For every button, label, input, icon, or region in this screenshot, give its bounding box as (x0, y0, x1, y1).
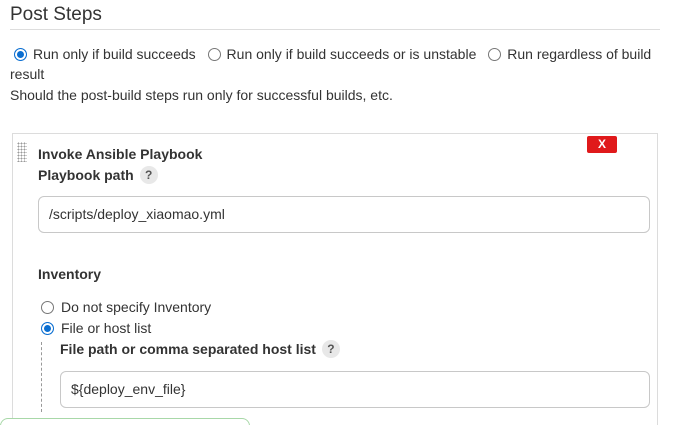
inventory-label: Inventory (38, 266, 102, 282)
playbook-path-label-text: Playbook path (38, 167, 134, 183)
section-divider (10, 29, 660, 30)
host-list-help-icon[interactable]: ? (321, 340, 340, 358)
nested-indent-line (41, 342, 42, 412)
radio-unstable[interactable] (207, 48, 221, 61)
radio-regardless[interactable] (488, 48, 502, 61)
ansible-step-panel: X Invoke Ansible Playbook Playbook path?… (12, 133, 658, 425)
radio-no-inventory-label[interactable]: Do not specify Inventory (61, 299, 211, 315)
drag-handle-icon[interactable] (17, 142, 27, 162)
host-list-input[interactable]: ${deploy_env_file} (60, 371, 650, 408)
radio-unstable-label[interactable]: Run only if build succeeds or is unstabl… (227, 46, 477, 62)
radio-option-succeeds[interactable]: Run only if build succeeds (10, 46, 196, 62)
host-list-label: File path or comma separated host list? (60, 340, 340, 358)
post-steps-radio-group: Run only if build succeeds Run only if b… (10, 44, 670, 84)
radio-file-host-list[interactable] (41, 322, 54, 335)
radio-file-host-list-label[interactable]: File or host list (61, 320, 151, 336)
radio-no-inventory[interactable] (41, 301, 54, 314)
radio-option-unstable[interactable]: Run only if build succeeds or is unstabl… (200, 46, 477, 62)
playbook-path-input[interactable]: /scripts/deploy_xiaomao.yml (38, 196, 650, 233)
delete-step-button[interactable]: X (587, 136, 617, 153)
inventory-option-file[interactable]: File or host list (41, 319, 151, 337)
playbook-help-icon[interactable]: ? (139, 166, 158, 184)
radio-succeeds-label[interactable]: Run only if build succeeds (33, 46, 196, 62)
playbook-path-label: Playbook path? (38, 166, 158, 184)
post-steps-help-text: Should the post-build steps run only for… (10, 87, 393, 103)
host-list-label-text: File path or comma separated host list (60, 341, 316, 357)
inventory-option-none[interactable]: Do not specify Inventory (41, 298, 211, 316)
step-title: Invoke Ansible Playbook (38, 146, 203, 162)
post-steps-title: Post Steps (10, 4, 102, 25)
radio-succeeds[interactable] (14, 48, 27, 61)
bottom-tab-edge (0, 418, 250, 425)
